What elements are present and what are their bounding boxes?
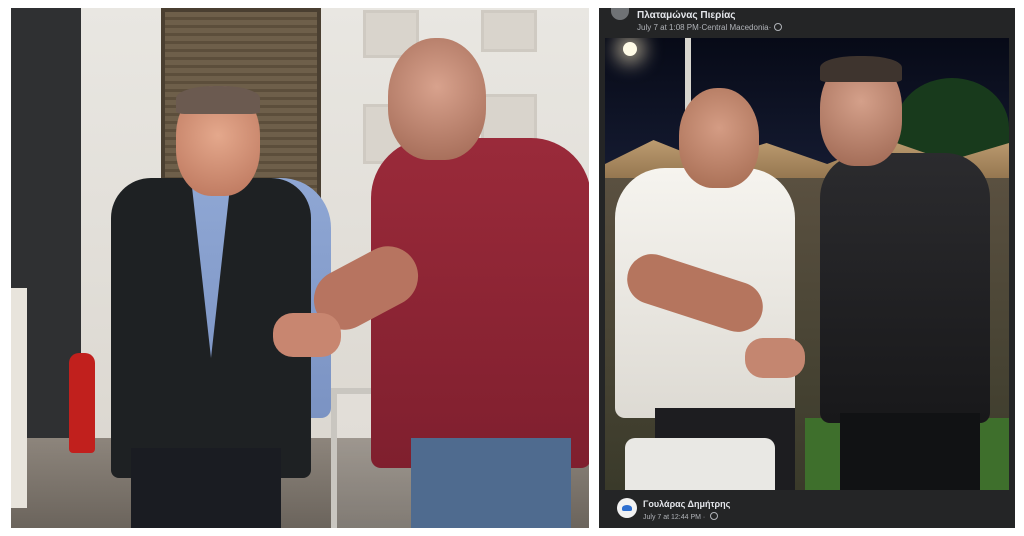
bald-man-head xyxy=(679,88,759,188)
author-avatar[interactable] xyxy=(617,498,637,518)
red-tshirt xyxy=(371,138,589,468)
post-date[interactable]: July 7 at 1:08 PM xyxy=(637,23,699,32)
author-name[interactable]: Γουλάρας Δημήτρης xyxy=(643,499,730,509)
fire-extinguisher xyxy=(69,353,95,453)
hair xyxy=(176,86,260,114)
wall-niche xyxy=(481,10,537,52)
radiator xyxy=(11,288,27,508)
dark-trousers xyxy=(840,413,980,490)
facebook-post-screenshot: Πλαταμώνας Πιερίας July 7 at 1:08 PM · C… xyxy=(599,8,1015,528)
handshake xyxy=(745,338,805,378)
meta-separator: · xyxy=(700,514,708,521)
white-chair xyxy=(625,438,775,490)
meta-separator: · xyxy=(768,23,772,32)
post-header: Πλαταμώνας Πιερίας July 7 at 1:08 PM · C… xyxy=(599,8,1015,38)
dark-trousers xyxy=(131,448,281,528)
post-footer: Γουλάρας Δημήτρης July 7 at 12:44 PM · xyxy=(599,490,1015,528)
jeans xyxy=(411,438,571,528)
hair xyxy=(820,56,902,82)
page-avatar[interactable] xyxy=(611,8,629,20)
black-polo-shirt xyxy=(820,153,990,423)
handshake xyxy=(273,313,341,357)
post-photo[interactable] xyxy=(605,38,1009,490)
post-date[interactable]: July 7 at 12:44 PM xyxy=(643,514,701,521)
globe-icon xyxy=(710,512,719,520)
street-light xyxy=(623,42,637,56)
globe-icon xyxy=(774,23,783,31)
left-handshake-photo xyxy=(11,8,589,528)
post-meta: July 7 at 1:08 PM · Central Macedonia · xyxy=(637,23,783,32)
page-name[interactable]: Πλαταμώνας Πιερίας xyxy=(637,10,735,21)
post-location[interactable]: Central Macedonia xyxy=(701,23,768,32)
bald-man-head xyxy=(388,38,486,160)
post-meta: July 7 at 12:44 PM · xyxy=(643,512,719,521)
